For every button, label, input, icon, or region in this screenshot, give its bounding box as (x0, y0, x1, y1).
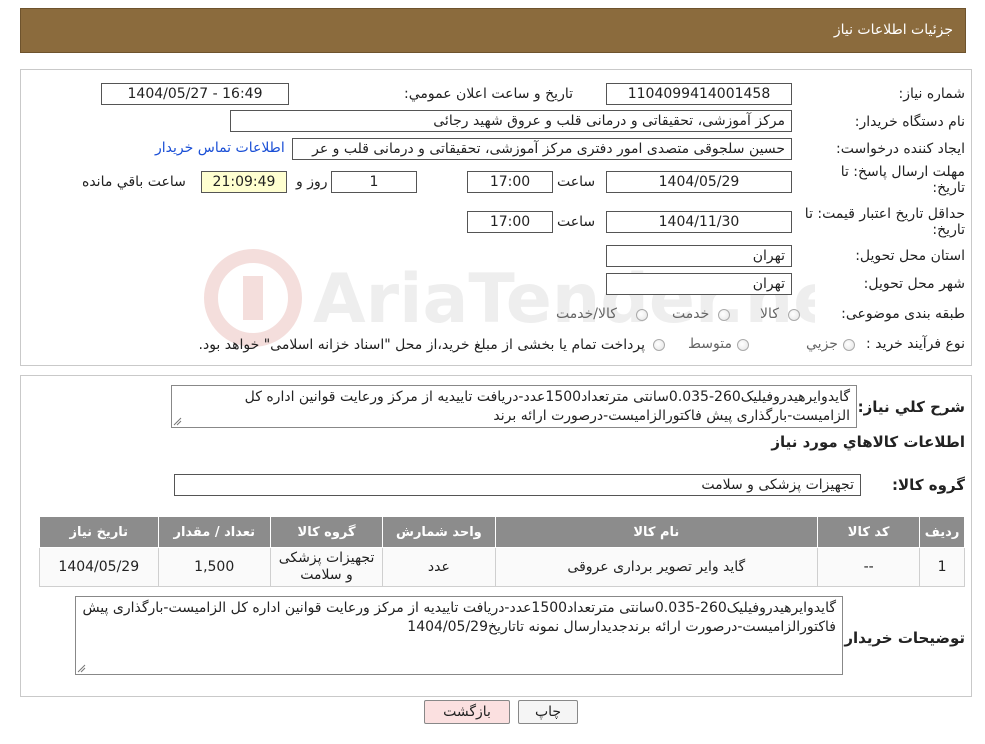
days-remaining-field: 1 (331, 171, 417, 193)
cell-code: -- (817, 547, 921, 587)
category-option-goods: کالا (760, 306, 779, 322)
summary-label: شرح کلي نياز: (857, 398, 965, 416)
price-validity-label-line2: تاريخ: (932, 222, 965, 238)
goods-section-title: اطلاعات کالاهاي مورد نياز (771, 433, 965, 451)
category-radio-service[interactable] (718, 309, 730, 321)
category-option-goods-service: کالا/خدمت (556, 306, 617, 322)
deadline-label-line2: تاريخ: (932, 180, 965, 196)
cell-name: گاید وایر تصویر برداری عروقی (494, 547, 819, 587)
buyer-notes-label: توضيحات خريدار: (838, 629, 965, 647)
col-unit: واحد شمارش (382, 516, 496, 548)
goods-table: رديف کد کالا نام کالا واحد شمارش گروه کا… (39, 516, 965, 587)
process-option-minor: جزيي (806, 336, 838, 352)
goods-table-header: رديف کد کالا نام کالا واحد شمارش گروه کا… (39, 516, 965, 548)
deadline-time-label: ساعت (557, 174, 596, 190)
print-button[interactable]: چاپ (518, 700, 578, 724)
back-button[interactable]: بازگشت (424, 700, 510, 724)
category-radio-goods-service[interactable] (636, 309, 648, 321)
price-validity-label: حداقل تاريخ اعتبار قيمت: تا تاريخ: (805, 206, 965, 238)
col-name: نام کالا (494, 516, 819, 548)
delivery-province-label: استان محل تحويل: (855, 248, 965, 264)
process-radio-medium[interactable] (737, 339, 749, 351)
goods-group-field: تجهیزات پزشکی و سلامت (174, 474, 861, 496)
announce-datetime-field: 1404/05/27 - 16:49 (101, 83, 289, 105)
delivery-province-field: تهران (606, 245, 792, 267)
delivery-city-field: تهران (606, 273, 792, 295)
announce-datetime-label: تاريخ و ساعت اعلان عمومي: (404, 86, 573, 102)
price-validity-time-field: 17:00 (467, 211, 553, 233)
category-label: طبقه بندی موضوعی: (841, 306, 965, 322)
process-radio-minor[interactable] (843, 339, 855, 351)
treasury-payment-note: پرداخت تمام يا بخشی از مبلغ خريد،از محل … (198, 337, 645, 353)
buyer-contact-link[interactable]: اطلاعات تماس خريدار (155, 140, 285, 156)
buyer-notes-textarea[interactable]: گایدوایرهیدروفیلیک260-0.035سانتی مترتعدا… (75, 596, 843, 675)
need-number-field: 1104099414001458 (606, 83, 792, 105)
category-radio-goods[interactable] (788, 309, 800, 321)
deadline-label-line1: مهلت ارسال پاسخ: تا (840, 164, 965, 180)
goods-group-label: گروه کالا: (892, 476, 965, 494)
col-code: کد کالا (817, 516, 921, 548)
table-row: 1 -- گاید وایر تصویر برداری عروقی عدد تج… (39, 547, 965, 587)
requester-label: ايجاد کننده درخواست: (836, 141, 965, 157)
resize-grip-icon[interactable] (77, 664, 86, 673)
col-quantity: تعداد / مقدار (157, 516, 271, 548)
cell-group: تجهیزات پزشکی و سلامت (269, 547, 384, 587)
col-row: رديف (919, 516, 965, 548)
delivery-city-label: شهر محل تحويل: (863, 276, 965, 292)
validity-time-label: ساعت (557, 214, 596, 230)
cell-row: 1 (919, 547, 965, 587)
purchase-process-label: نوع فرآيند خريد : (866, 336, 965, 352)
deadline-label: مهلت ارسال پاسخ: تا تاريخ: (841, 164, 965, 196)
summary-textarea[interactable]: گایدوایرهیدروفیلیک260-0.035سانتی مترتعدا… (171, 385, 857, 428)
resize-grip-icon[interactable] (173, 417, 182, 426)
remaining-time-label: ساعت باقي مانده (82, 174, 186, 190)
price-validity-label-line1: حداقل تاريخ اعتبار قيمت: تا (804, 206, 965, 222)
cell-quantity: 1,500 (157, 547, 271, 587)
buyer-org-field: مرکز آموزشی، تحقیقاتی و درمانی قلب و عرو… (230, 110, 792, 132)
process-option-medium: متوسط (688, 336, 732, 352)
col-need-date: تاريخ نياز (39, 516, 159, 548)
remaining-time-field: 21:09:49 (201, 171, 287, 193)
category-option-service: خدمت (672, 306, 710, 322)
cell-need-date: 1404/05/29 (39, 547, 159, 587)
buyer-org-label: نام دستگاه خريدار: (854, 114, 965, 130)
col-group: گروه کالا (269, 516, 384, 548)
need-number-label: شماره نیاز: (898, 86, 966, 102)
days-label: روز و (296, 174, 328, 190)
watermark-text: AriaTender.neT (313, 260, 815, 339)
requester-field: حسین سلجوقی متصدی امور دفتری مرکز آموزشی… (292, 138, 792, 160)
process-checkbox-treasury[interactable] (653, 339, 665, 351)
deadline-time-field: 17:00 (467, 171, 553, 193)
deadline-date-field: 1404/05/29 (606, 171, 792, 193)
cell-unit: عدد (382, 547, 496, 587)
page-header: جزئیات اطلاعات نیاز (20, 8, 966, 53)
page-title: جزئیات اطلاعات نیاز (833, 22, 953, 38)
price-validity-date-field: 1404/11/30 (606, 211, 792, 233)
